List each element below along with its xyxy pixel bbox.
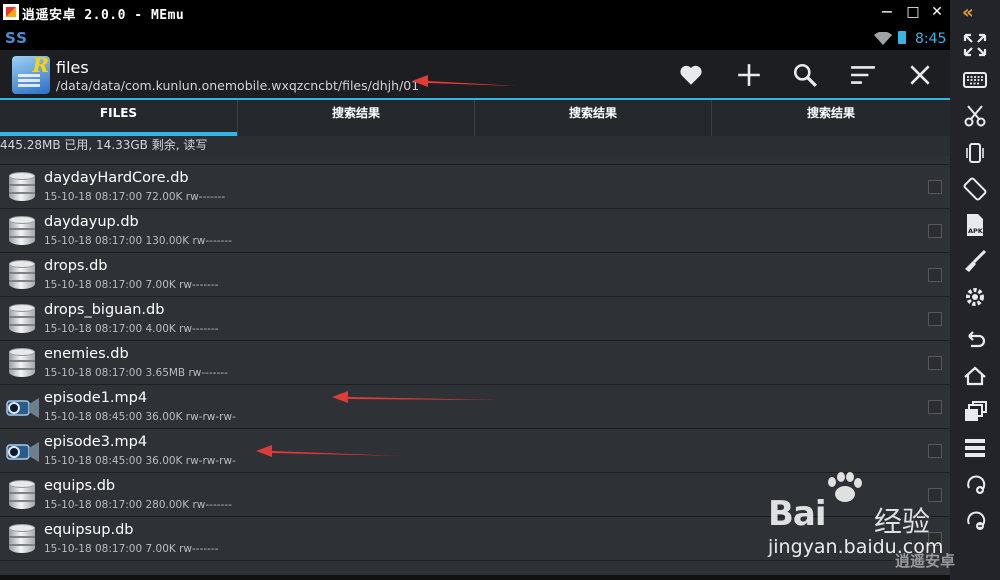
database-icon (6, 172, 38, 204)
storage-info: 445.28MB 已用, 14.33GB 剩余, 读写 (0, 136, 950, 156)
file-checkbox[interactable] (928, 224, 942, 238)
bottom-strip (0, 575, 950, 580)
file-meta: 15-10-18 08:17:00 7.00K rw------- (44, 543, 219, 555)
file-row[interactable]: daydayup.db 15-10-18 08:17:00 130.00K rw… (0, 210, 950, 253)
close-button[interactable] (907, 62, 935, 88)
database-icon (6, 524, 38, 556)
heart-icon (680, 65, 702, 85)
collapse-sidebar-button[interactable]: « (962, 2, 974, 23)
watermark-brand-cn: 经验 (874, 505, 931, 538)
file-checkbox[interactable] (928, 356, 942, 370)
file-meta: 15-10-18 08:17:00 72.00K rw------- (44, 191, 226, 203)
tab-search-results-3[interactable]: 搜索结果 (711, 100, 950, 136)
video-camera-icon (6, 392, 39, 424)
file-name: daydayHardCore.db (44, 170, 189, 186)
file-name: drops_biguan.db (44, 302, 165, 318)
baidu-paw-icon (828, 472, 862, 502)
back-icon[interactable] (963, 328, 987, 352)
folder-path: /data/data/com.kunlun.onemobile.wxqzcncb… (56, 78, 420, 93)
tab-files[interactable]: FILES (0, 100, 237, 136)
file-checkbox[interactable] (928, 312, 942, 326)
root-explorer-icon[interactable]: R (12, 53, 50, 94)
file-row[interactable]: daydayHardCore.db 15-10-18 08:17:00 72.0… (0, 166, 950, 209)
file-meta: 15-10-18 08:17:00 7.00K rw------- (44, 279, 219, 291)
scissors-icon[interactable] (963, 104, 987, 128)
android-status-bar: SS 8:45 (0, 24, 950, 50)
file-name: episode1.mp4 (44, 390, 148, 406)
status-clock: 8:45 (915, 31, 947, 47)
action-bar: R files /data/data/com.kunlun.onemobile.… (0, 50, 950, 100)
sort-button[interactable] (850, 62, 878, 88)
folder-title: files (56, 58, 89, 77)
file-name: equips.db (44, 478, 116, 494)
file-row[interactable]: enemies.db 15-10-18 08:17:00 3.65MB rw--… (0, 342, 950, 385)
memu-corner-logo: 逍遥安卓 (895, 552, 956, 570)
svg-text:APK: APK (968, 227, 984, 235)
search-icon (793, 63, 817, 87)
file-checkbox[interactable] (928, 268, 942, 282)
apk-icon[interactable]: APK (963, 213, 987, 237)
sort-icon (851, 66, 875, 84)
database-icon (6, 348, 38, 380)
database-icon (6, 304, 38, 336)
recent-apps-icon[interactable] (963, 400, 987, 424)
file-checkbox[interactable] (928, 400, 942, 414)
close-window-button[interactable]: ✕ (926, 2, 948, 22)
file-meta: 15-10-18 08:17:00 280.00K rw------- (44, 499, 232, 511)
memu-logo-icon (3, 4, 19, 20)
add-button[interactable] (736, 62, 764, 88)
bookmark-button[interactable] (678, 62, 706, 88)
volume-down-icon[interactable] (963, 508, 987, 532)
tab-search-results-2[interactable]: 搜索结果 (474, 100, 711, 136)
settings-icon[interactable] (963, 285, 987, 309)
partial-row (0, 156, 950, 165)
file-meta: 15-10-18 08:45:00 36.00K rw-rw-rw- (44, 411, 236, 423)
file-name: equipsup.db (44, 522, 134, 538)
file-row[interactable]: drops_biguan.db 15-10-18 08:17:00 4.00K … (0, 298, 950, 341)
file-row[interactable]: drops.db 15-10-18 08:17:00 7.00K rw-----… (0, 254, 950, 297)
file-checkbox[interactable] (928, 444, 942, 458)
menu-icon[interactable] (963, 436, 987, 460)
brush-icon[interactable] (963, 249, 987, 273)
fullscreen-icon[interactable] (963, 33, 987, 57)
video-camera-icon (6, 436, 39, 468)
volume-up-icon[interactable] (963, 472, 987, 496)
tab-search-results-1[interactable]: 搜索结果 (237, 100, 474, 136)
home-icon[interactable] (963, 364, 987, 388)
file-row[interactable]: episode3.mp4 15-10-18 08:45:00 36.00K rw… (0, 430, 950, 473)
search-button[interactable] (792, 62, 820, 88)
watermark-brand: Bai (768, 494, 827, 534)
file-name: enemies.db (44, 346, 129, 362)
file-meta: 15-10-18 08:17:00 4.00K rw------- (44, 323, 219, 335)
plus-icon (738, 64, 760, 86)
keyboard-icon[interactable] (963, 68, 987, 92)
maximize-button[interactable]: □ (902, 2, 924, 22)
tab-bar: FILES 搜索结果 搜索结果 搜索结果 (0, 100, 950, 136)
battery-icon (898, 31, 906, 44)
file-meta: 15-10-18 08:17:00 3.65MB rw------- (44, 367, 228, 379)
database-icon (6, 260, 38, 292)
rotate-icon[interactable] (963, 177, 987, 201)
file-row[interactable]: episode1.mp4 15-10-18 08:45:00 36.00K rw… (0, 386, 950, 429)
file-checkbox[interactable] (928, 180, 942, 194)
status-indicator: SS (5, 29, 28, 47)
file-name: episode3.mp4 (44, 434, 148, 450)
window-title-bar: 逍遥安卓 2.0.0 - MEmu − □ ✕ (0, 0, 950, 24)
file-name: drops.db (44, 258, 108, 274)
file-meta: 15-10-18 08:45:00 36.00K rw-rw-rw- (44, 455, 236, 467)
emulator-sidebar: « APK (950, 0, 1000, 580)
minimize-button[interactable]: − (876, 2, 898, 22)
database-icon (6, 216, 38, 248)
window-title: 逍遥安卓 2.0.0 - MEmu (22, 8, 185, 23)
file-meta: 15-10-18 08:17:00 130.00K rw------- (44, 235, 232, 247)
close-icon (910, 65, 930, 85)
database-icon (6, 480, 38, 512)
app-icon-letter: R (32, 53, 49, 77)
file-name: daydayup.db (44, 214, 139, 230)
shake-icon[interactable] (963, 141, 987, 165)
wifi-icon (874, 32, 892, 45)
